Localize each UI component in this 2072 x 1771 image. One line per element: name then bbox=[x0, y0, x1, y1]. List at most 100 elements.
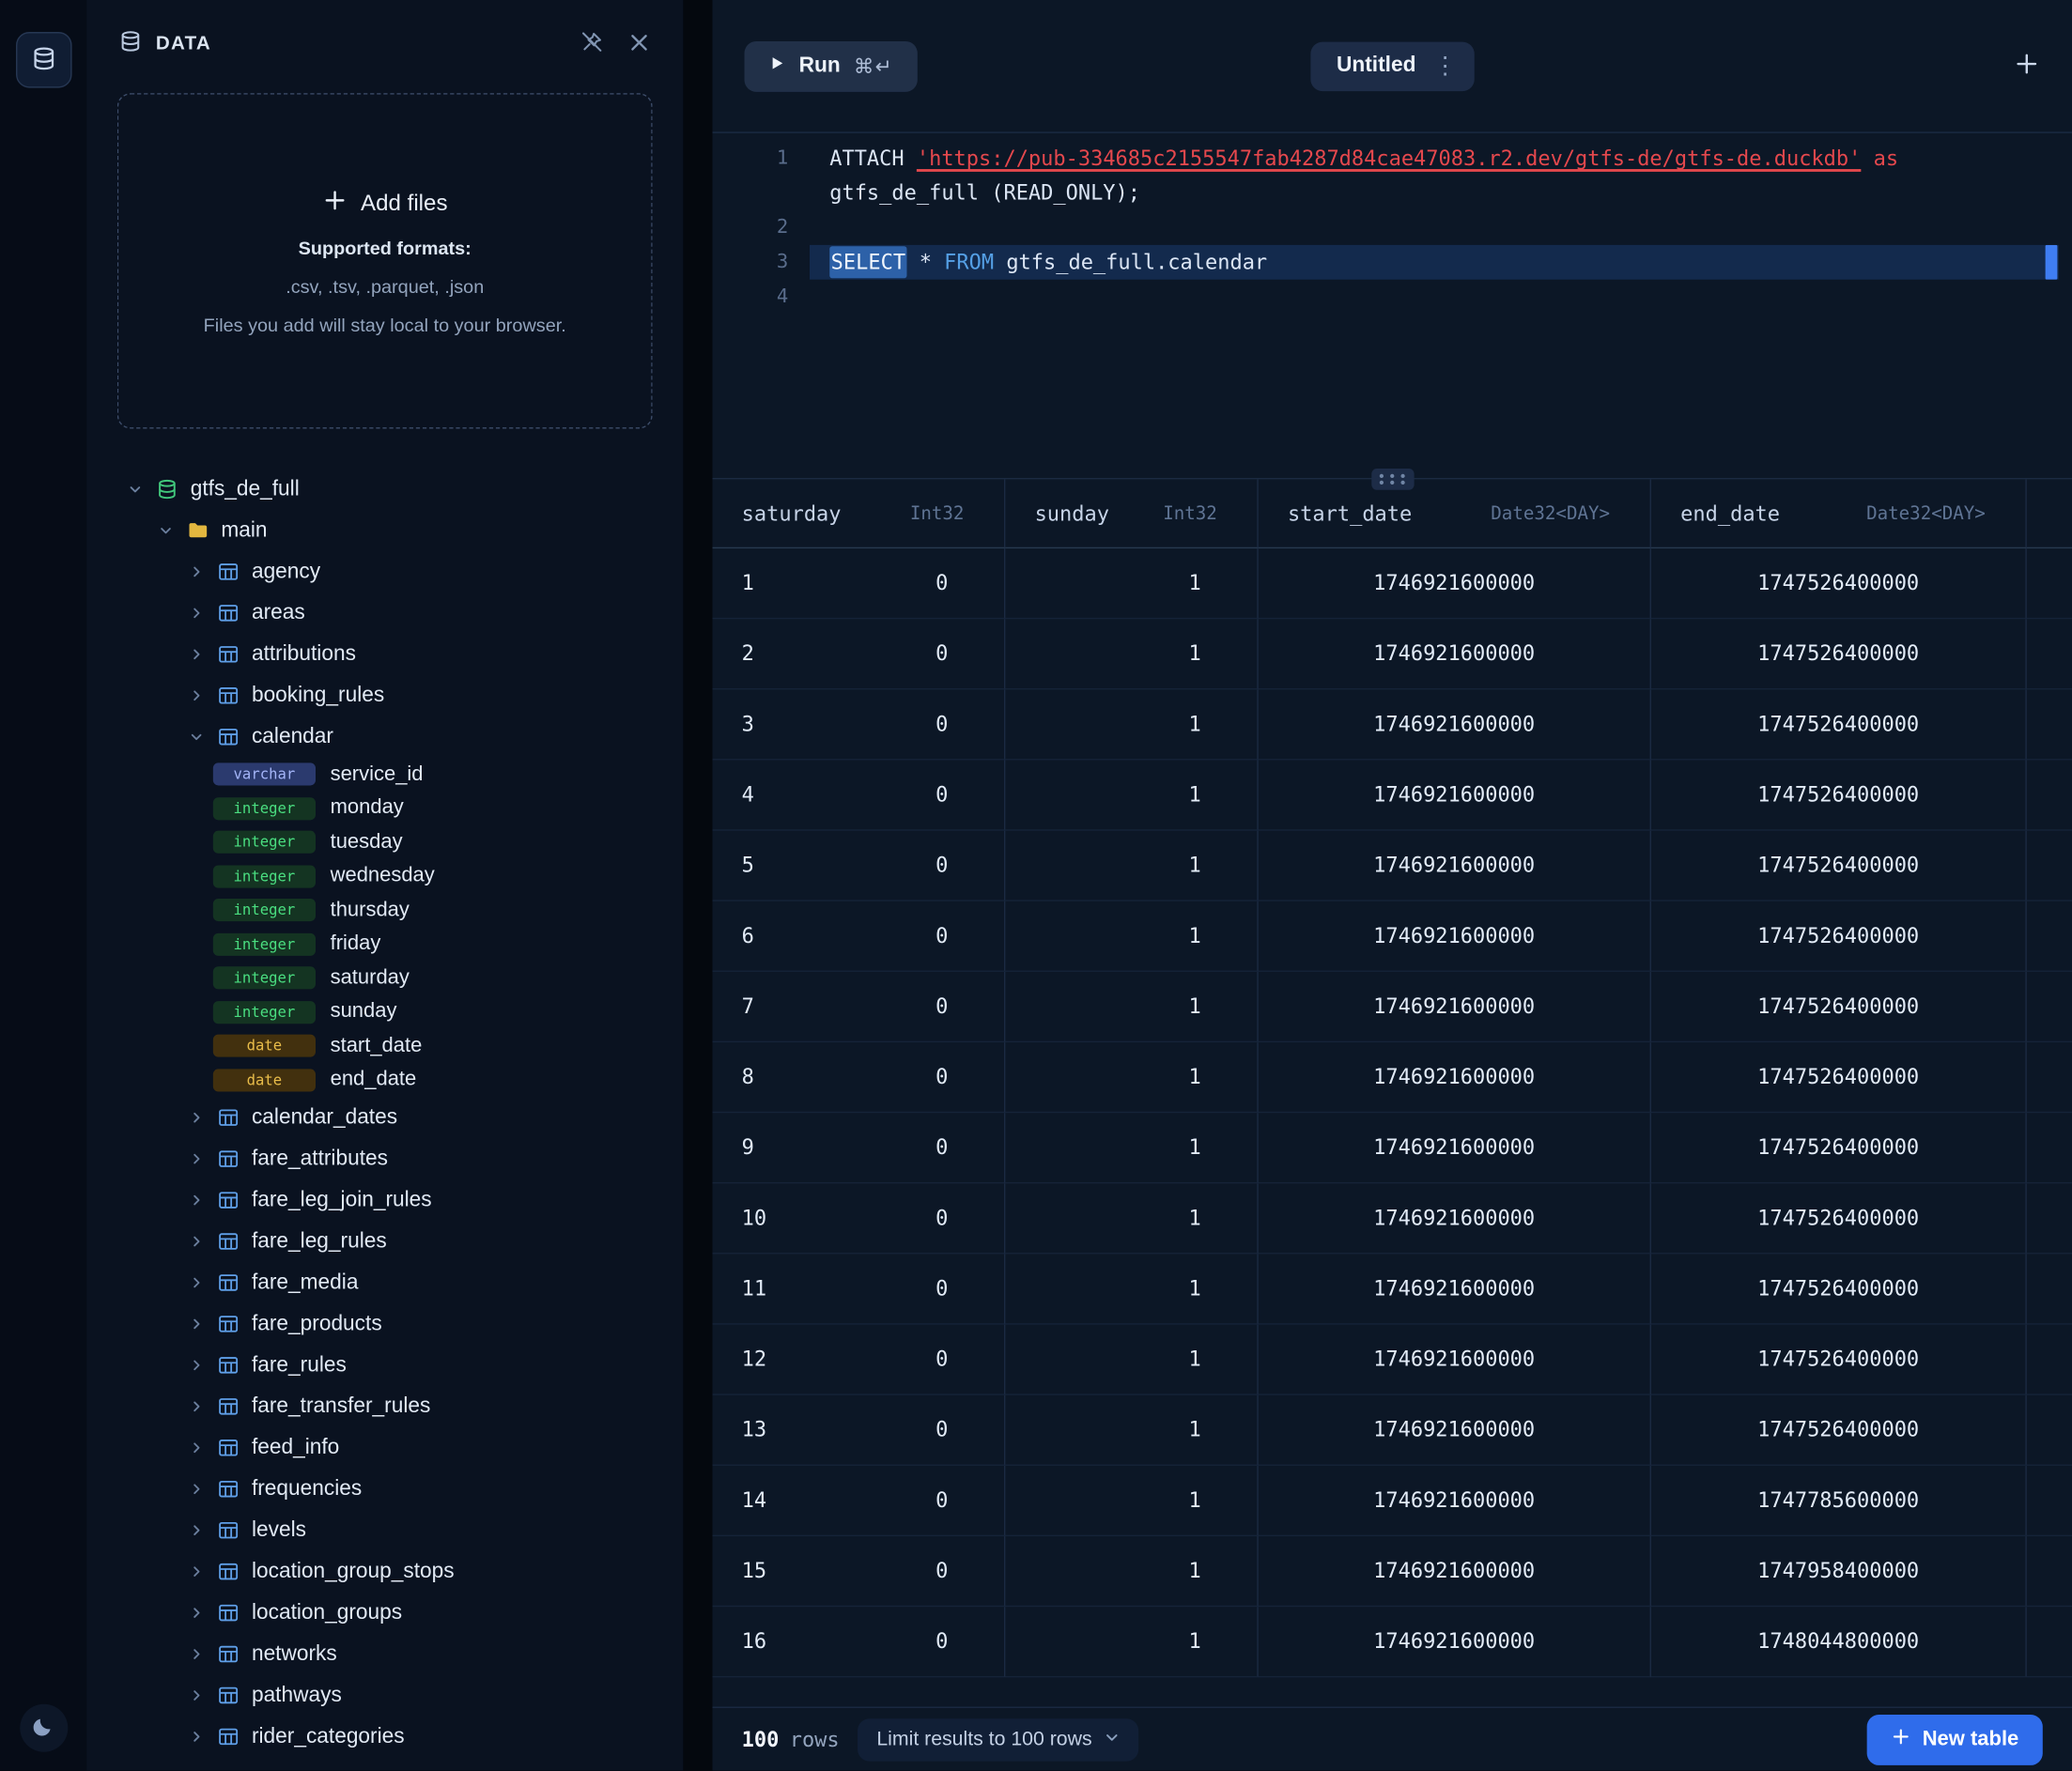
tree-table-location_group_stops[interactable]: location_group_stops bbox=[86, 1551, 683, 1593]
chevron-right-icon[interactable] bbox=[188, 1564, 204, 1579]
tree-table-frequencies[interactable]: frequencies bbox=[86, 1469, 683, 1510]
table-icon bbox=[216, 1602, 240, 1625]
tree-table-fare_products[interactable]: fare_products bbox=[86, 1303, 683, 1345]
tree-table-fare_transfer_rules[interactable]: fare_transfer_rules bbox=[86, 1386, 683, 1427]
cell-saturday: 120 bbox=[712, 1325, 1005, 1395]
tree-table-calendar[interactable]: calendar bbox=[86, 716, 683, 758]
database-icon bbox=[154, 478, 178, 500]
new-tab-button[interactable] bbox=[2014, 51, 2040, 82]
cell-end-date: 1747526400000 bbox=[1651, 619, 2027, 689]
tree-table-booking_rules[interactable]: booking_rules bbox=[86, 675, 683, 716]
column-header-start_date[interactable]: start_dateDate32<DAY> bbox=[1259, 479, 1651, 548]
tree-column-monday[interactable]: integermonday bbox=[86, 792, 683, 825]
chevron-right-icon[interactable] bbox=[188, 688, 204, 703]
supported-formats-list: .csv, .tsv, .parquet, .json bbox=[286, 275, 484, 297]
tree-table-rider_categories[interactable]: rider_categories bbox=[86, 1716, 683, 1757]
tree-table-fare_media[interactable]: fare_media bbox=[86, 1262, 683, 1303]
tree-item-label: fare_leg_join_rules bbox=[252, 1188, 432, 1212]
chevron-right-icon[interactable] bbox=[188, 1399, 204, 1414]
tree-item-label: networks bbox=[252, 1642, 337, 1667]
chevron-down-icon[interactable] bbox=[188, 730, 204, 745]
cell-start-date: 1746921600000 bbox=[1259, 689, 1651, 760]
tree-table-fare_leg_join_rules[interactable]: fare_leg_join_rules bbox=[86, 1179, 683, 1221]
column-header-saturday[interactable]: saturdayInt32 bbox=[712, 479, 1005, 548]
cell-end-date: 1747526400000 bbox=[1651, 548, 2027, 619]
tree-item-label: calendar bbox=[252, 725, 333, 749]
column-header-end_date[interactable]: end_dateDate32<DAY> bbox=[1651, 479, 2027, 548]
tree-table-fare_attributes[interactable]: fare_attributes bbox=[86, 1138, 683, 1179]
column-header-sunday[interactable]: sundayInt32 bbox=[1005, 479, 1258, 548]
sidebar-title: DATA bbox=[156, 33, 211, 54]
tree-table-networks[interactable]: networks bbox=[86, 1634, 683, 1675]
theme-toggle-button[interactable] bbox=[20, 1704, 68, 1752]
chevron-down-icon bbox=[1104, 1728, 1120, 1750]
tree-database-gtfs_de_full[interactable]: gtfs_de_full bbox=[86, 469, 683, 510]
tree-column-wednesday[interactable]: integerwednesday bbox=[86, 859, 683, 893]
unpin-sidebar-button[interactable] bbox=[574, 26, 609, 61]
chevron-right-icon[interactable] bbox=[188, 1688, 204, 1703]
column-name-label: sunday bbox=[331, 1000, 397, 1024]
tree-table-fare_rules[interactable]: fare_rules bbox=[86, 1345, 683, 1386]
tree-column-sunday[interactable]: integersunday bbox=[86, 995, 683, 1029]
tree-table-attributions[interactable]: attributions bbox=[86, 634, 683, 675]
chevron-down-icon[interactable] bbox=[157, 523, 173, 538]
chevron-right-icon[interactable] bbox=[188, 564, 204, 579]
chevron-right-icon[interactable] bbox=[188, 606, 204, 621]
tree-table-agency[interactable]: agency bbox=[86, 551, 683, 593]
chevron-down-icon[interactable] bbox=[127, 482, 143, 497]
panel-resize-handle[interactable] bbox=[1371, 469, 1414, 490]
chevron-right-icon[interactable] bbox=[188, 1647, 204, 1662]
tree-schema-main[interactable]: main bbox=[86, 510, 683, 551]
data-panel-button[interactable] bbox=[15, 32, 71, 88]
close-sidebar-button[interactable] bbox=[622, 26, 657, 61]
chevron-right-icon[interactable] bbox=[188, 1358, 204, 1373]
chevron-right-icon[interactable] bbox=[188, 1275, 204, 1290]
chevron-right-icon[interactable] bbox=[188, 1110, 204, 1125]
tree-column-thursday[interactable]: integerthursday bbox=[86, 893, 683, 927]
tab-menu-icon[interactable]: ⋮ bbox=[1433, 54, 1458, 78]
chevron-right-icon[interactable] bbox=[188, 1606, 204, 1621]
row-index: 3 bbox=[742, 712, 754, 736]
cell-filler bbox=[2027, 1042, 2072, 1113]
chevron-right-icon[interactable] bbox=[188, 1317, 204, 1332]
chevron-right-icon[interactable] bbox=[188, 1482, 204, 1497]
cell-saturday: 70 bbox=[712, 972, 1005, 1042]
new-table-button[interactable]: New table bbox=[1866, 1714, 2043, 1764]
cell-start-date: 1746921600000 bbox=[1259, 1113, 1651, 1183]
tree-column-end_date[interactable]: dateend_date bbox=[86, 1063, 683, 1097]
editor-line: 2 bbox=[712, 210, 2072, 245]
sidebar-header: DATA bbox=[86, 0, 683, 77]
tree-column-friday[interactable]: integerfriday bbox=[86, 927, 683, 961]
limit-rows-dropdown[interactable]: Limit results to 100 rows bbox=[858, 1718, 1138, 1761]
chevron-right-icon[interactable] bbox=[188, 1730, 204, 1745]
tree-table-pathways[interactable]: pathways bbox=[86, 1675, 683, 1717]
tree-item-label: fare_products bbox=[252, 1312, 382, 1336]
cell-sunday: 1 bbox=[1005, 972, 1258, 1042]
add-files-dropzone[interactable]: Add files Supported formats: .csv, .tsv,… bbox=[117, 93, 653, 428]
tree-table-fare_leg_rules[interactable]: fare_leg_rules bbox=[86, 1221, 683, 1262]
editor-line: gtfs_de_full (READ_ONLY); bbox=[712, 176, 2072, 210]
tree-column-start_date[interactable]: datestart_date bbox=[86, 1029, 683, 1063]
cell-filler bbox=[2027, 972, 2072, 1042]
cell-end-date: 1747526400000 bbox=[1651, 831, 2027, 901]
tree-column-service_id[interactable]: varcharservice_id bbox=[86, 758, 683, 792]
chevron-right-icon[interactable] bbox=[188, 1440, 204, 1455]
chevron-right-icon[interactable] bbox=[188, 647, 204, 662]
chevron-right-icon[interactable] bbox=[188, 1193, 204, 1208]
run-query-button[interactable]: Run ⌘↵ bbox=[745, 40, 918, 91]
query-tab-untitled[interactable]: Untitled ⋮ bbox=[1310, 41, 1475, 90]
tree-item-label: location_group_stops bbox=[252, 1560, 455, 1584]
tree-column-tuesday[interactable]: integertuesday bbox=[86, 825, 683, 859]
cell-end-date: 1747526400000 bbox=[1651, 1113, 2027, 1183]
chevron-right-icon[interactable] bbox=[188, 1523, 204, 1538]
tree-table-areas[interactable]: areas bbox=[86, 593, 683, 634]
sql-editor[interactable]: 1ATTACH 'https://pub-334685c2155547fab42… bbox=[712, 133, 2072, 480]
tree-column-saturday[interactable]: integersaturday bbox=[86, 962, 683, 995]
chevron-right-icon[interactable] bbox=[188, 1151, 204, 1166]
tree-table-calendar_dates[interactable]: calendar_dates bbox=[86, 1097, 683, 1138]
chevron-right-icon[interactable] bbox=[188, 1234, 204, 1249]
tree-table-location_groups[interactable]: location_groups bbox=[86, 1593, 683, 1634]
tree-table-levels[interactable]: levels bbox=[86, 1510, 683, 1551]
tree-table-feed_info[interactable]: feed_info bbox=[86, 1427, 683, 1469]
cell-sunday: 1 bbox=[1005, 619, 1258, 689]
